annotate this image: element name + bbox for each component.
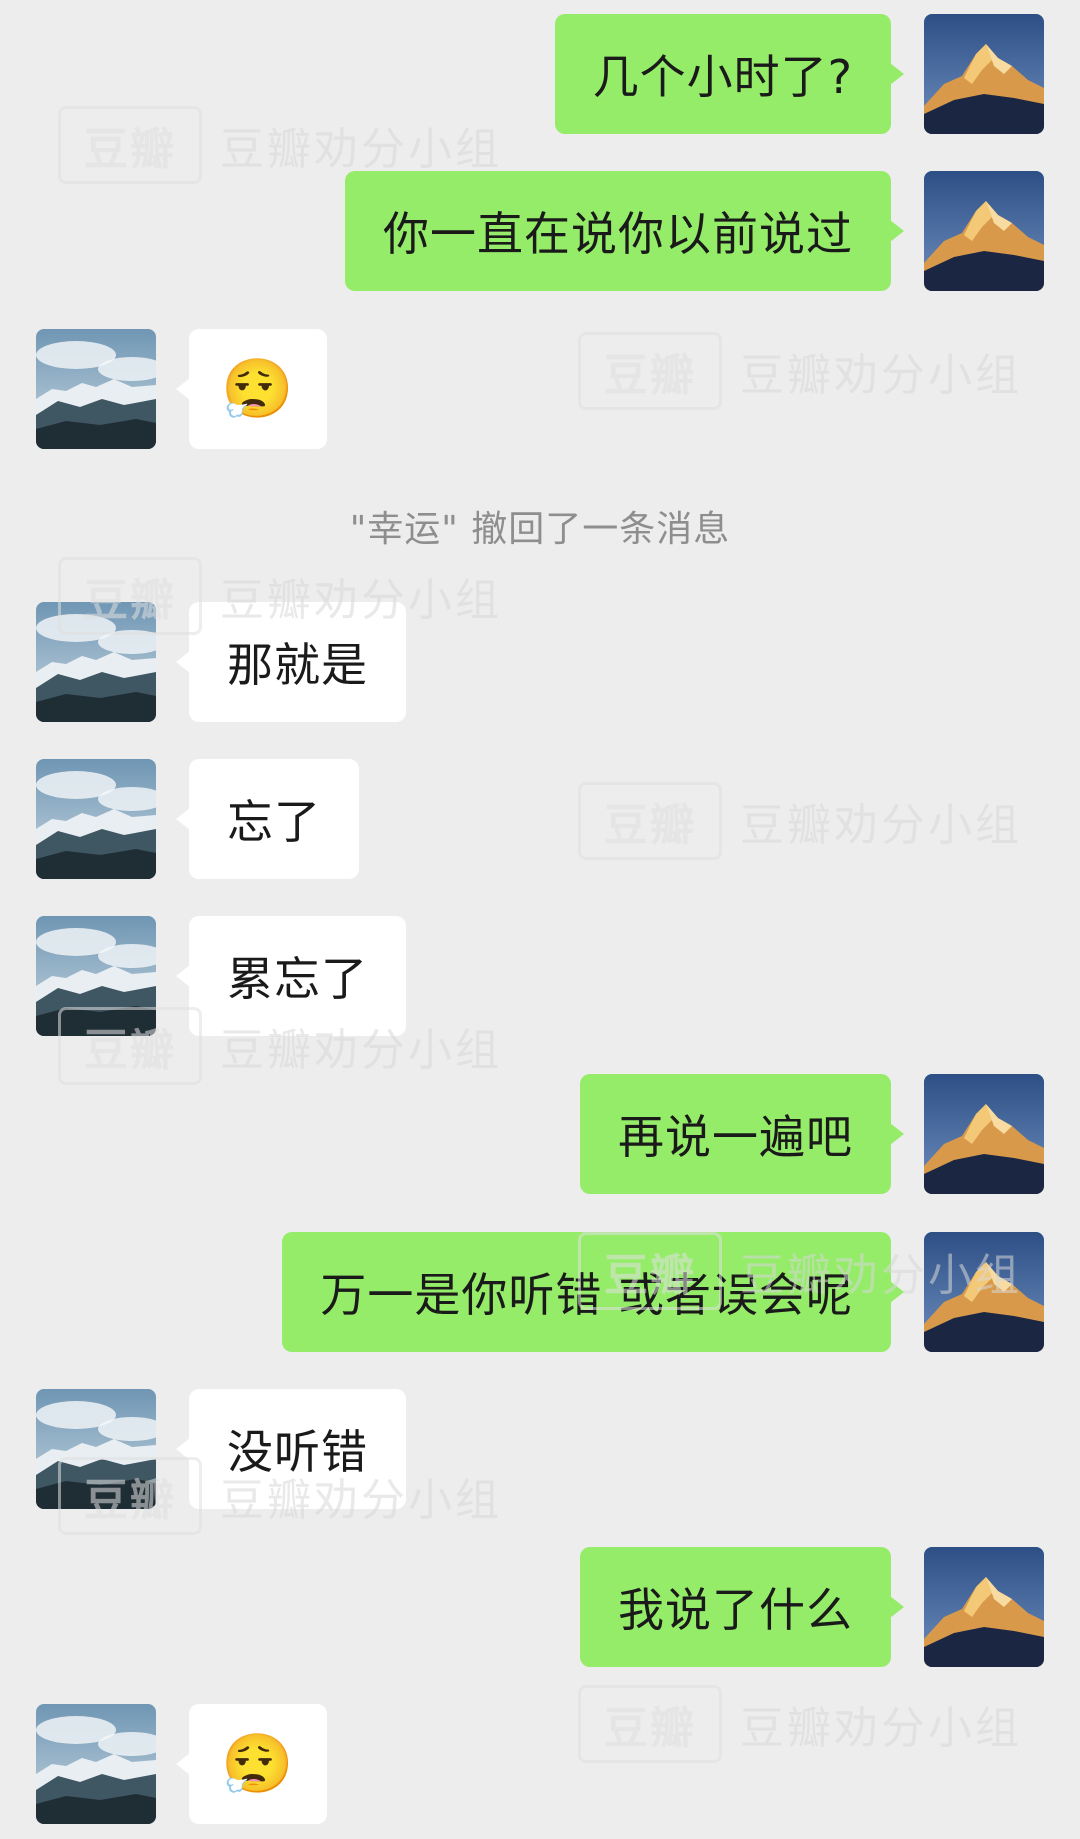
golden-snow-mountain-avatar-icon	[924, 1547, 1044, 1667]
recall-notice: "幸运" 撤回了一条消息	[349, 509, 731, 550]
message-row: 😮‍💨	[0, 329, 1080, 449]
message-bubble[interactable]: 😮‍💨	[176, 329, 327, 449]
contact-avatar[interactable]	[36, 916, 156, 1036]
self-avatar[interactable]	[924, 1074, 1044, 1194]
message-row: 😮‍💨	[0, 1704, 1080, 1824]
message-bubble[interactable]: 几个小时了?	[554, 14, 905, 134]
message-text: 我说了什么	[618, 1583, 853, 1637]
sighing-face-emoji-icon: 😮‍💨	[221, 1729, 295, 1798]
contact-avatar[interactable]	[36, 1389, 156, 1509]
self-avatar[interactable]	[924, 1547, 1044, 1667]
golden-snow-mountain-avatar-icon	[924, 1232, 1044, 1352]
cloudy-snow-mountain-avatar-icon	[36, 329, 156, 449]
message-bubble[interactable]: 累忘了	[176, 916, 406, 1036]
chat-area[interactable]: 几个小时了? 你一直在说你以前说过 😮‍💨 "幸运" 撤回了一条消息 那就是 忘…	[0, 0, 1080, 1839]
sighing-face-emoji-icon: 😮‍💨	[221, 354, 295, 423]
message-row: 再说一遍吧	[0, 1074, 1080, 1194]
contact-avatar[interactable]	[36, 759, 156, 879]
message-text: 忘了	[227, 795, 321, 849]
cloudy-snow-mountain-avatar-icon	[36, 1704, 156, 1824]
contact-avatar[interactable]	[36, 602, 156, 722]
message-row: 我说了什么	[0, 1547, 1080, 1667]
message-row: 你一直在说你以前说过	[0, 171, 1080, 291]
message-text: 万一是你听错 或者误会呢	[320, 1268, 853, 1322]
message-bubble[interactable]: 没听错	[176, 1389, 406, 1509]
message-text: 没听错	[227, 1425, 368, 1479]
contact-avatar[interactable]	[36, 1704, 156, 1824]
message-bubble[interactable]: 再说一遍吧	[580, 1074, 904, 1194]
message-bubble[interactable]: 那就是	[176, 602, 406, 722]
self-avatar[interactable]	[924, 1232, 1044, 1352]
message-bubble[interactable]: 😮‍💨	[176, 1704, 327, 1824]
message-row: 那就是	[0, 602, 1080, 722]
golden-snow-mountain-avatar-icon	[924, 1074, 1044, 1194]
cloudy-snow-mountain-avatar-icon	[36, 759, 156, 879]
self-avatar[interactable]	[924, 14, 1044, 134]
contact-avatar[interactable]	[36, 329, 156, 449]
message-bubble[interactable]: 你一直在说你以前说过	[345, 171, 904, 291]
message-row: 几个小时了?	[0, 14, 1080, 134]
cloudy-snow-mountain-avatar-icon	[36, 602, 156, 722]
message-text: 几个小时了?	[592, 50, 853, 104]
golden-snow-mountain-avatar-icon	[924, 14, 1044, 134]
message-bubble[interactable]: 忘了	[176, 759, 359, 879]
message-bubble[interactable]: 万一是你听错 或者误会呢	[282, 1232, 904, 1352]
message-row: 累忘了	[0, 916, 1080, 1036]
cloudy-snow-mountain-avatar-icon	[36, 916, 156, 1036]
message-text: 再说一遍吧	[618, 1110, 853, 1164]
message-bubble[interactable]: 我说了什么	[580, 1547, 904, 1667]
message-text: 你一直在说你以前说过	[383, 207, 853, 261]
message-row: 忘了	[0, 759, 1080, 879]
message-row: 万一是你听错 或者误会呢	[0, 1232, 1080, 1352]
message-text: 那就是	[227, 638, 368, 692]
message-row: 没听错	[0, 1389, 1080, 1509]
self-avatar[interactable]	[924, 171, 1044, 291]
message-text: 累忘了	[227, 952, 368, 1006]
cloudy-snow-mountain-avatar-icon	[36, 1389, 156, 1509]
golden-snow-mountain-avatar-icon	[924, 171, 1044, 291]
